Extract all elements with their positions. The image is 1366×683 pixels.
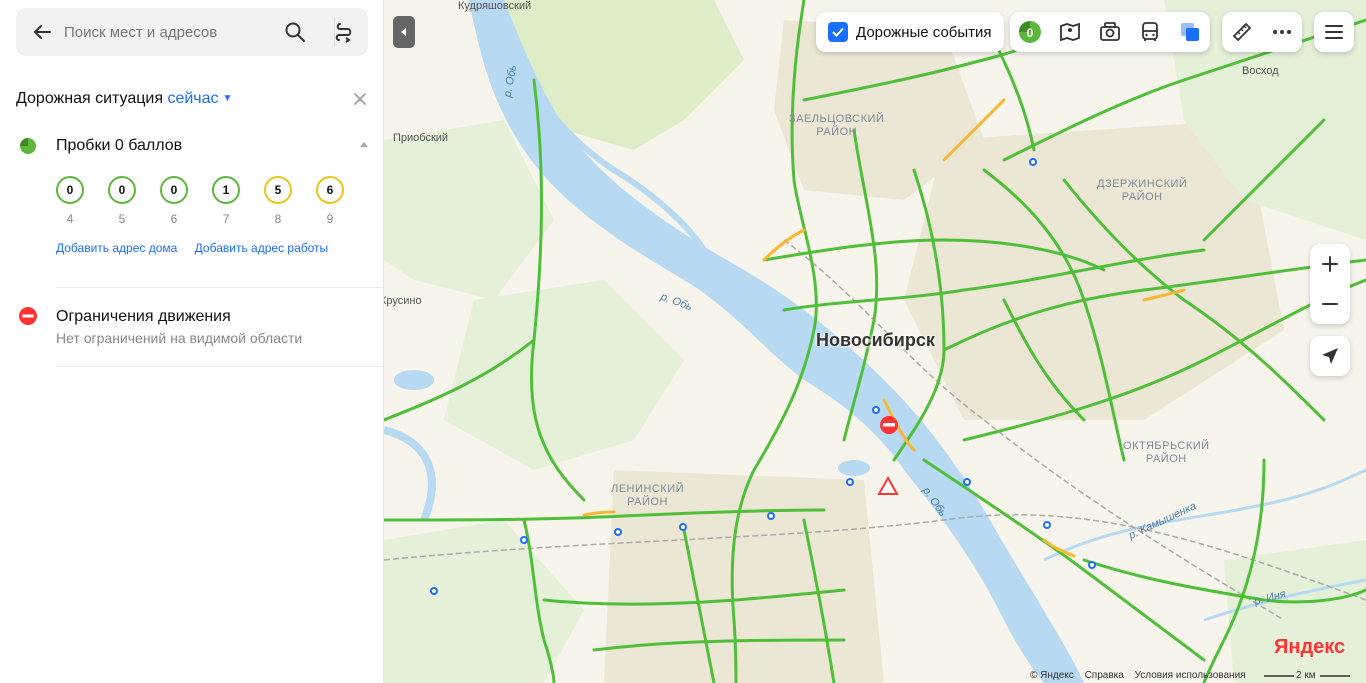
add-work-link[interactable]: Добавить адрес работы	[195, 241, 328, 255]
traffic-layer-button[interactable]: 0	[1010, 12, 1050, 52]
photo-layer-button[interactable]	[1090, 12, 1130, 52]
copyright-text: © Яндекс	[1030, 670, 1074, 681]
layers-icon	[1181, 23, 1199, 41]
panel-title: Дорожная ситуация сейчас ▼	[16, 90, 232, 108]
city-label: Новосибирск	[816, 330, 935, 350]
caret-down-icon: ▼	[222, 93, 233, 104]
close-icon[interactable]	[351, 90, 369, 108]
forecast-item: 17	[212, 176, 240, 226]
forecast-hour: 4	[66, 212, 74, 226]
divider	[56, 287, 384, 288]
restrictions-subtitle: Нет ограничений на видимой области	[56, 330, 303, 346]
place-label: Крусино	[384, 295, 422, 307]
panel-title-text: Дорожная ситуация	[16, 90, 164, 107]
road-events-toggle[interactable]: Дорожные события	[816, 12, 1004, 52]
help-link[interactable]: Справка	[1085, 670, 1124, 681]
map-canvas[interactable]: Кудряшовский Приобский Крусино Восход ЗА…	[384, 0, 1366, 683]
jams-title: Пробки 0 баллов	[56, 137, 183, 154]
more-button[interactable]	[1262, 12, 1302, 52]
zoom-out-button[interactable]	[1310, 284, 1350, 324]
scale-label: 2 км	[1296, 670, 1316, 681]
forecast-level: 6	[316, 176, 344, 204]
district-label: ДЗЕРЖИНСКИЙ РАЙОН	[1097, 178, 1188, 203]
collapse-up-icon[interactable]	[358, 139, 370, 149]
forecast-level: 5	[264, 176, 292, 204]
my-location-button[interactable]	[1310, 336, 1350, 376]
forest-area	[1224, 540, 1366, 683]
map-type-button[interactable]	[1170, 12, 1210, 52]
district-label: ЛЕНИНСКИЙ РАЙОН	[611, 483, 685, 508]
district-label: ОКТЯБРЬСКИЙ РАЙОН	[1123, 440, 1210, 465]
zoom-in-button[interactable]	[1310, 244, 1350, 284]
forecast-level: 1	[212, 176, 240, 204]
place-label: Приобский	[393, 132, 449, 144]
forecast-hour: 7	[222, 212, 230, 226]
camera-icon	[1100, 22, 1120, 41]
ruler-icon	[1232, 22, 1252, 42]
menu-button-inner[interactable]	[1314, 12, 1354, 52]
traffic-level-icon	[20, 138, 36, 154]
sidebar: Дорожная ситуация сейчас▼ Пробки 0 балло…	[0, 0, 384, 683]
location-arrow-icon	[1322, 348, 1338, 364]
bus-icon	[1142, 22, 1158, 41]
minus-icon	[1322, 303, 1338, 305]
logo-text: Яндекс	[1274, 636, 1346, 658]
forecast-hour: 6	[170, 212, 178, 226]
forecast-level: 0	[56, 176, 84, 204]
map-footer: © Яндекс Справка Условия использования	[1030, 670, 1254, 681]
layers-toolbar: 0	[1010, 12, 1210, 52]
jam-forecast: 040506175869	[56, 176, 344, 226]
yandex-logo[interactable]: Яндекс	[1274, 636, 1345, 659]
add-home-link[interactable]: Добавить адрес дома	[56, 241, 177, 255]
forecast-item: 05	[108, 176, 136, 226]
jam-level-badge: 0	[1027, 26, 1034, 40]
forecast-item: 58	[264, 176, 292, 226]
place-label: Кудряшовский	[458, 0, 532, 12]
more-dots-icon	[1273, 30, 1291, 34]
transport-layer-button[interactable]	[1130, 12, 1170, 52]
district-label: ЗАЕЛЬЦОВСКИЙ РАЙОН	[789, 113, 885, 138]
address-links: Добавить адрес дома Добавить адрес работ…	[56, 241, 342, 255]
checkbox-checked-icon[interactable]	[828, 22, 848, 42]
zoom-controls	[1310, 244, 1350, 324]
menu-button[interactable]	[1314, 12, 1354, 52]
forecast-item: 06	[160, 176, 188, 226]
forecast-level: 0	[108, 176, 136, 204]
restrictions-title: Ограничения движения	[56, 308, 231, 325]
forecast-hour: 9	[326, 212, 334, 226]
forecast-hour: 8	[274, 212, 282, 226]
forecast-hour: 5	[118, 212, 126, 226]
search-icon[interactable]	[283, 20, 307, 44]
plus-icon	[1322, 256, 1338, 272]
forecast-item: 04	[56, 176, 84, 226]
hamburger-menu-icon	[1325, 25, 1343, 39]
traffic-jam-icon: 0	[1019, 21, 1041, 43]
no-entry-icon	[19, 307, 37, 325]
place-label: Восход	[1242, 65, 1279, 77]
tools-toolbar	[1222, 12, 1302, 52]
divider	[56, 366, 384, 367]
time-selector[interactable]: сейчас ▼	[167, 90, 232, 107]
panorama-layer-button[interactable]	[1050, 12, 1090, 52]
search-input[interactable]	[64, 20, 278, 44]
ruler-button[interactable]	[1222, 12, 1262, 52]
road-events-label: Дорожные события	[856, 23, 992, 41]
back-arrow-icon[interactable]	[30, 20, 54, 44]
time-selector-label: сейчас	[167, 90, 219, 107]
collapse-panel-button[interactable]	[393, 16, 415, 48]
forecast-level: 0	[160, 176, 188, 204]
terms-link[interactable]: Условия использования	[1135, 670, 1246, 681]
forecast-item: 69	[316, 176, 344, 226]
search-box	[16, 8, 368, 56]
panorama-icon	[1060, 22, 1080, 42]
route-icon[interactable]	[332, 20, 356, 44]
